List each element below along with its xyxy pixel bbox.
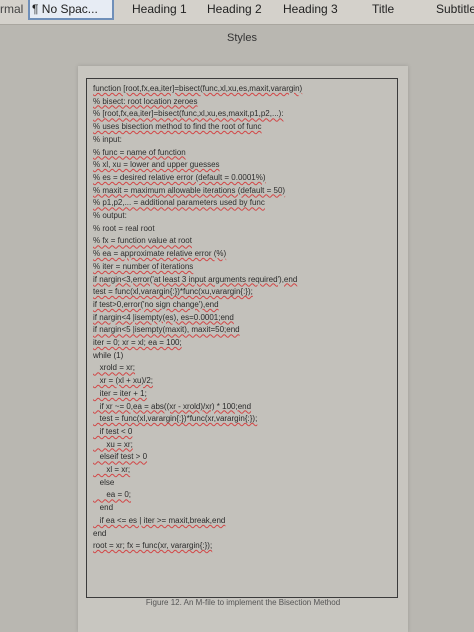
code-line: xr = (xl + xu)/2; [93,376,154,386]
styles-ribbon: rmal ¶ No Spac... Heading 1 Heading 2 He… [0,0,474,25]
code-line: function [root,fx,ea,iter]=bisect(func,x… [93,84,303,93]
code-line: if xr ~= 0,ea = abs((xr - xrold)/xr) * 1… [93,401,252,411]
code-line: xl = xr; [93,465,131,474]
code-line: xrold = xr; [93,363,136,373]
figure-caption: Figure 12. An M-file to implement the Bi… [145,598,341,607]
code-line: if nargin<4 |isempty(es), es=0.0001;end [93,312,234,322]
code-line: if nargin<5 |isempty(maxit), maxit=50;en… [93,325,240,335]
style-no-spacing[interactable]: ¶ No Spac... [28,0,114,20]
code-line: end [93,503,114,513]
code-line: ea = 0; [93,490,132,500]
style-subtitle[interactable]: Subtitle [436,0,474,20]
code-line: % maxit = maximum allowable iterations (… [93,185,286,195]
code-line: test = func(xl,varargin{:})*func(xr,vara… [93,414,258,424]
code-line: % p1,p2,... = additional parameters used… [93,198,265,208]
code-line: if test < 0 [93,426,133,436]
document-page: function [root,fx,ea,iter]=bisect(func,x… [78,66,408,632]
code-line: % fx = function value at root [93,236,192,246]
code-line: iter = iter + 1; [93,388,147,398]
code-line: if nargin<3,error('at least 3 input argu… [93,274,298,284]
code-listing-box: function [root,fx,ea,iter]=bisect(func,x… [86,78,398,598]
style-fragment-normal[interactable]: rmal [0,0,24,20]
code-line: if test>0,error('no sign change'),end [93,299,219,309]
code-line: % bisect: root location zeroes [93,96,198,106]
code-line: % input: [93,134,122,144]
code-line: % iter = number of iterations [93,261,194,271]
code-line: while (1) [93,350,124,360]
code-line: elseif test > 0 [93,452,148,462]
code-line: % func = name of function [93,147,186,157]
style-title[interactable]: Title [372,0,412,20]
code-line: % [root,fx,ea,iter]=bisect(func,xl,xu,es… [93,109,284,119]
code-line: if ea <= es | iter >= maxit,break,end [93,515,226,525]
code-line: test = func(xl,varargin{:})*func(xu,vara… [93,287,253,297]
code-line: % output: [93,211,127,220]
style-heading-1[interactable]: Heading 1 [132,0,196,20]
code-line: % uses bisection method to find the root… [93,122,262,132]
code-line: end [93,528,107,538]
code-line: iter = 0; xr = xl; ea = 100; [93,338,182,347]
code-line: else [93,477,115,487]
code-line: % xl, xu = lower and upper guesses [93,160,220,170]
code-line: xu = xr; [93,439,133,449]
code-line: root = xr; fx = func(xr, varargin{:}); [93,541,213,551]
code-line: % es = desired relative error (default =… [93,172,266,182]
code-line: % ea = approximate relative error (%) [93,249,227,259]
style-heading-2[interactable]: Heading 2 [207,0,273,20]
styles-group-label: Styles [227,32,257,44]
code-line: % root = real root [93,223,155,233]
style-heading-3[interactable]: Heading 3 [283,0,353,20]
